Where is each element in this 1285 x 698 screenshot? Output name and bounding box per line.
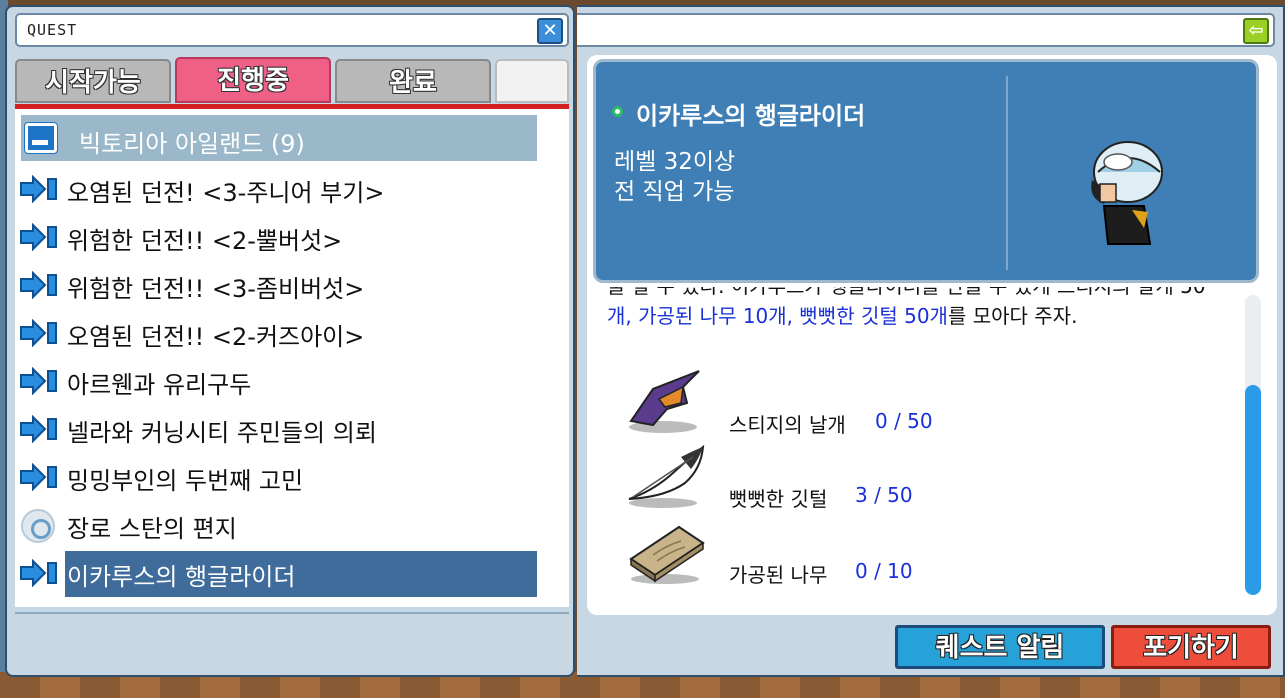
quest-arrow-icon [20,175,57,203]
list-item[interactable]: 오염된 던전! <3-주니어 부기> [15,167,545,211]
processed-wood-icon [629,525,705,584]
scroll-thumb[interactable] [1245,385,1261,595]
requirement-name: 가공된 나무 [729,563,828,587]
quest-list: 빅토리아 아일랜드 (9) 오염된 던전! <3-주니어 부기> 위험한 던전!… [15,109,569,607]
requirement-name: 뻣뻣한 깃털 [729,487,828,511]
list-item[interactable]: 위험한 던전!! <3-좀비버섯> [15,263,545,307]
stirge-wing-icon [629,370,700,433]
action-bar: 퀘스트 알림 포기하기 [577,617,1285,673]
tab-spacer [495,59,569,103]
requirement-count: 3 / 50 [855,483,913,507]
list-item[interactable]: 밍밍부인의 두번째 고민 [15,455,545,499]
quest-arrow-icon [20,367,57,395]
requirement-count: 0 / 10 [855,559,913,583]
status-dot-icon [612,106,623,117]
quest-label: 밍밍부인의 두번째 고민 [67,467,304,495]
requirement-item: 뻣뻣한 깃털 3 / 50 [623,443,1023,513]
quest-label: 넬라와 커닝시티 주민들의 의뢰 [67,419,377,447]
detail-scrollbar[interactable] [1245,295,1261,595]
category-header[interactable]: 빅토리아 아일랜드 (9) [21,115,537,161]
requirement-item: 가공된 나무 0 / 10 [623,519,1023,589]
quest-list-window: QUEST ✕ 시작가능 진행중 완료 빅토리아 아일랜드 (9) 오염된 던전… [5,5,575,677]
quest-arrow-icon [20,319,57,347]
description-highlight: 개, 가공된 나무 10개, 뻣뻣한 깃털 50개 [607,304,948,328]
quest-level: 레벨 32이상 [614,149,736,175]
quest-description: 줄 할 수 있다. 이카루스가 행글라이더를 만들 수 있게 스티지의 날개 5… [607,287,1227,331]
category-label: 빅토리아 아일랜드 (9) [79,130,305,158]
list-item[interactable]: 장로 스탄의 편지 [15,503,545,547]
divider [1006,76,1008,270]
tab-completed[interactable]: 완료 [335,59,491,103]
list-item[interactable]: 넬라와 커닝시티 주민들의 의뢰 [15,407,545,451]
quest-notify-button[interactable]: 퀘스트 알림 [895,625,1105,669]
quest-label: 오염된 던전!! <2-커즈아이> [67,323,365,351]
stiff-feather-icon [628,444,705,508]
quest-label: 장로 스탄의 편지 [67,515,237,543]
quest-job: 전 직업 가능 [614,179,735,205]
detail-title-bar: ⇦ [577,13,1275,47]
give-up-button[interactable]: 포기하기 [1111,625,1271,669]
description-text: 를 모아다 주자. [947,304,1078,328]
expand-icon[interactable]: ✕ [537,18,563,44]
quest-tabs: 시작가능 진행중 완료 [15,57,569,103]
quest-label: 이카루스의 행글라이더 [67,563,296,591]
quest-info-card: 이카루스의 행글라이더 레벨 32이상 전 직업 가능 [593,59,1259,283]
quest-arrow-icon [20,415,57,443]
quest-arrow-icon [20,463,57,491]
list-item[interactable]: 아르웬과 유리구두 [15,359,545,403]
list-item[interactable]: 오염된 던전!! <2-커즈아이> [15,311,545,355]
quest-label: 위험한 던전!! <2-뿔버섯> [67,227,343,255]
requirement-item: 스티지의 날개 0 / 50 [623,369,1023,439]
quest-arrow-icon [20,559,57,587]
quest-arrow-icon [20,271,57,299]
tab-available[interactable]: 시작가능 [15,59,171,103]
back-icon[interactable]: ⇦ [1243,18,1269,44]
quest-detail-window: ⇦ 이카루스의 행글라이더 레벨 32이상 전 직업 가능 줄 할 수 있다. … [577,5,1285,677]
title-bar: QUEST ✕ [15,13,569,47]
minimize-icon[interactable] [24,122,58,154]
quest-label: 오염된 던전! <3-주니어 부기> [67,179,385,207]
quest-label: 위험한 던전!! <3-좀비버섯> [67,275,365,303]
target-icon [21,509,55,543]
list-item-selected[interactable]: 이카루스의 행글라이더 [15,551,545,597]
tab-in-progress[interactable]: 진행중 [175,57,331,103]
list-item[interactable]: 위험한 던전!! <2-뿔버섯> [15,215,545,259]
requirement-name: 스티지의 날개 [729,413,846,437]
window-title: QUEST [27,21,78,39]
requirement-count: 0 / 50 [875,409,933,433]
quest-arrow-icon [20,223,57,251]
quest-title: 이카루스의 행글라이더 [636,102,866,130]
npc-character-icon [1091,141,1163,245]
left-footer [15,612,569,668]
description-clipped-line: 줄 할 수 있다. 이카루스가 행글라이더를 만들 수 있게 스티지의 날개 5… [607,287,1227,301]
quest-label: 아르웬과 유리구두 [67,371,252,399]
